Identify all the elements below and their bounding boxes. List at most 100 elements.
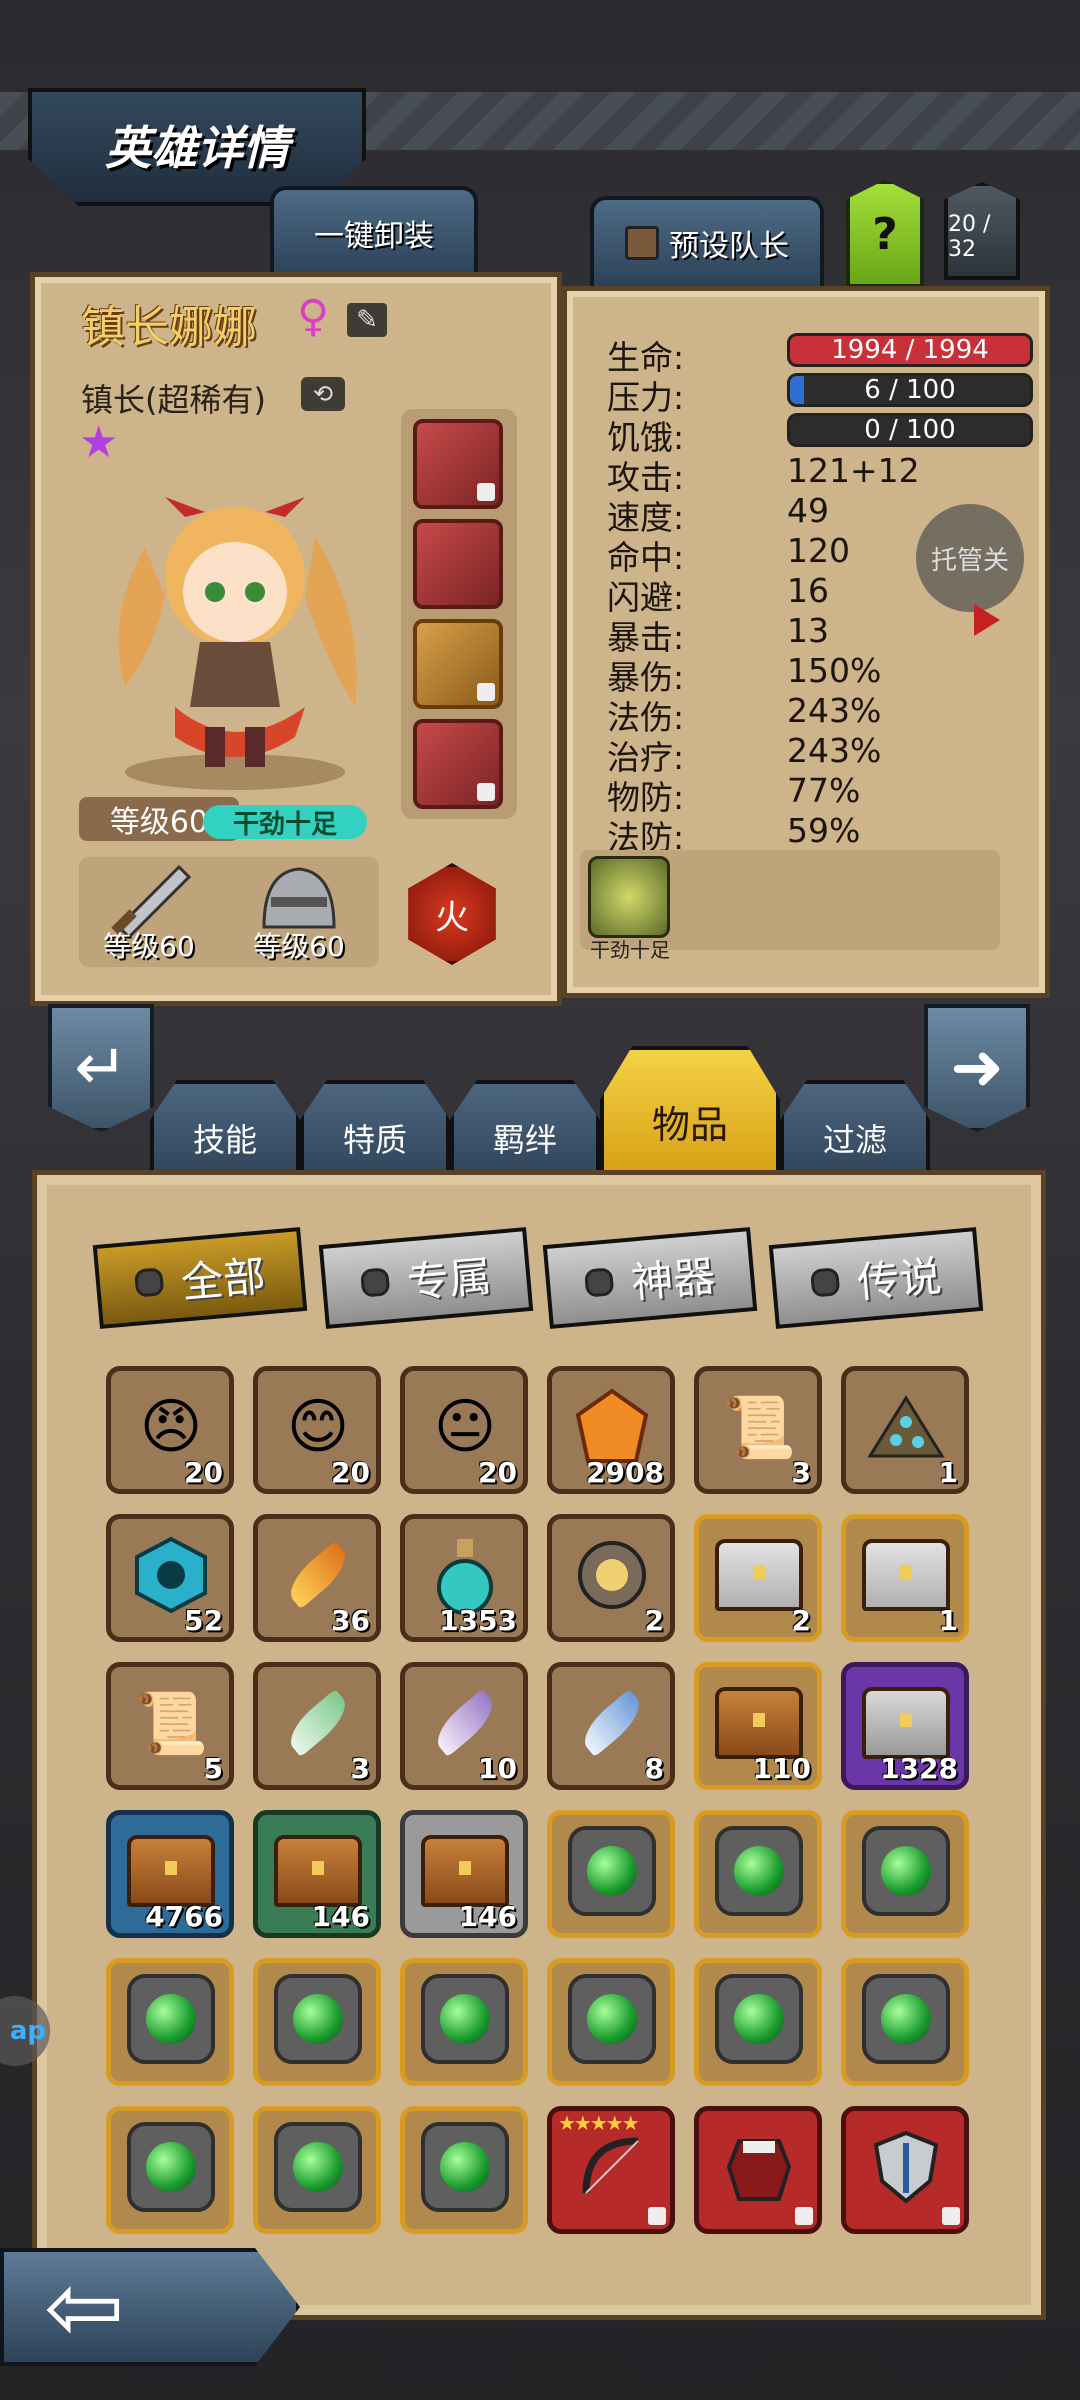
item-count: 1353 bbox=[439, 1604, 517, 1637]
treasure-chest-icon bbox=[862, 1531, 950, 1619]
item-green-gem[interactable] bbox=[253, 1958, 381, 2086]
accessory-slot-1[interactable] bbox=[413, 419, 503, 509]
unequip-all-button[interactable]: 一键卸装 bbox=[270, 186, 478, 276]
item-green-gem[interactable] bbox=[694, 1958, 822, 2086]
side-bubble-label: ap bbox=[9, 2016, 46, 2046]
item-orb[interactable]: 2 bbox=[547, 1514, 675, 1642]
back-button[interactable]: ⇦ bbox=[0, 2248, 300, 2366]
item-count: 2908 bbox=[586, 1456, 664, 1489]
auto-toggle-button[interactable]: 托管关 bbox=[916, 504, 1024, 612]
edit-name-icon[interactable]: ✎ bbox=[347, 303, 387, 337]
item-green-gem[interactable] bbox=[547, 1810, 675, 1938]
stat-stress: 压力: 6 / 100 bbox=[607, 371, 1047, 417]
shield-icon bbox=[862, 2123, 950, 2211]
item-chest-gold[interactable]: 2 bbox=[694, 1514, 822, 1642]
lock-icon bbox=[942, 2207, 960, 2225]
tab-filter[interactable]: 过滤 bbox=[780, 1080, 930, 1180]
radio-icon bbox=[584, 1267, 615, 1298]
female-gender-icon: ♀ bbox=[297, 291, 330, 342]
preset-captain-checkbox[interactable] bbox=[625, 226, 659, 260]
glowing-orb-icon bbox=[568, 1531, 656, 1619]
weapon-slot[interactable]: 等级60 bbox=[79, 857, 219, 967]
accessory-slot-4[interactable] bbox=[413, 719, 503, 809]
item-green-gem[interactable] bbox=[694, 1810, 822, 1938]
preset-captain-toggle[interactable]: 预设队长 bbox=[590, 196, 824, 286]
green-gem-icon bbox=[862, 1826, 950, 1916]
item-chest-gold[interactable]: 1 bbox=[841, 1514, 969, 1642]
item-count: 20 bbox=[331, 1456, 370, 1489]
accessory-slot-2[interactable] bbox=[413, 519, 503, 609]
item-ore[interactable]: 1 bbox=[841, 1366, 969, 1494]
radio-icon bbox=[360, 1267, 391, 1298]
help-button[interactable]: ? bbox=[846, 180, 924, 288]
item-chest-purple[interactable]: 1328 bbox=[841, 1662, 969, 1790]
tab-skills[interactable]: 技能 bbox=[150, 1080, 300, 1180]
trait-skill-icon[interactable] bbox=[588, 856, 670, 938]
item-bow[interactable]: ★★★★★ bbox=[547, 2106, 675, 2234]
element-label: 火 bbox=[435, 897, 469, 938]
item-count: 1 bbox=[938, 1604, 958, 1637]
item-scroll[interactable]: 📜 5 bbox=[106, 1662, 234, 1790]
item-hero-shard[interactable]: 😊 20 bbox=[253, 1366, 381, 1494]
unequip-all-label: 一键卸装 bbox=[314, 219, 434, 254]
weapon-level: 等级60 bbox=[103, 930, 195, 963]
hero-name: 镇长娜娜 bbox=[81, 302, 257, 353]
stat-value: 121+12 bbox=[787, 451, 920, 490]
item-rune[interactable]: 52 bbox=[106, 1514, 234, 1642]
item-stone[interactable]: 2908 bbox=[547, 1366, 675, 1494]
item-count: 10 bbox=[478, 1752, 517, 1785]
stat-value: 120 bbox=[787, 531, 850, 570]
item-green-gem[interactable] bbox=[841, 1810, 969, 1938]
item-green-gem[interactable] bbox=[400, 2106, 528, 2234]
next-hero-button[interactable]: ➜ bbox=[924, 1004, 1030, 1132]
stat-hp: 生命: 1994 / 1994 bbox=[607, 331, 1047, 377]
blue-feather-icon bbox=[568, 1679, 656, 1767]
paper-scroll-icon: 📜 bbox=[133, 1688, 209, 1759]
map-scroll-icon: 📜 bbox=[721, 1392, 797, 1463]
bow-icon bbox=[568, 2123, 656, 2211]
item-count: 20 bbox=[478, 1456, 517, 1489]
item-hero-shard[interactable]: 😐 20 bbox=[400, 1366, 528, 1494]
back-arrow-icon: ⇦ bbox=[44, 2251, 125, 2363]
stat-row: 法防: 59% bbox=[607, 811, 1047, 857]
item-hero-shard[interactable]: 😠 20 bbox=[106, 1366, 234, 1494]
green-gem-icon bbox=[862, 1974, 950, 2064]
item-shield[interactable] bbox=[841, 2106, 969, 2234]
item-feather[interactable]: 3 bbox=[253, 1662, 381, 1790]
stats-expand-arrow-icon[interactable] bbox=[974, 604, 1000, 636]
stat-value: 59% bbox=[787, 811, 861, 850]
item-armor[interactable] bbox=[694, 2106, 822, 2234]
tab-label: 羁绊 bbox=[492, 1121, 557, 1159]
armor-icon bbox=[715, 2123, 803, 2211]
item-green-gem[interactable] bbox=[106, 2106, 234, 2234]
armor-slot[interactable]: 等级60 bbox=[229, 857, 369, 967]
tab-items[interactable]: 物品 bbox=[600, 1046, 780, 1180]
item-chest-blue[interactable]: 4766 bbox=[106, 1810, 234, 1938]
prev-hero-button[interactable]: ↵ bbox=[48, 1004, 154, 1132]
item-chest-silver[interactable]: 146 bbox=[400, 1810, 528, 1938]
accessory-slot-3[interactable] bbox=[413, 619, 503, 709]
item-count: 4766 bbox=[145, 1900, 223, 1933]
item-scroll[interactable]: 📜 3 bbox=[694, 1366, 822, 1494]
item-count: 2 bbox=[644, 1604, 664, 1637]
item-feather[interactable]: 8 bbox=[547, 1662, 675, 1790]
arrow-right-icon: ➜ bbox=[950, 1031, 1004, 1105]
green-gem-icon bbox=[715, 1826, 803, 1916]
item-green-gem[interactable] bbox=[253, 2106, 381, 2234]
item-green-gem[interactable] bbox=[841, 1958, 969, 2086]
tab-label: 特质 bbox=[342, 1121, 407, 1159]
item-potion[interactable]: 1353 bbox=[400, 1514, 528, 1642]
help-icon: ? bbox=[872, 208, 898, 260]
item-green-gem[interactable] bbox=[400, 1958, 528, 2086]
item-feather[interactable]: 10 bbox=[400, 1662, 528, 1790]
item-feather[interactable]: 36 bbox=[253, 1514, 381, 1642]
change-class-icon[interactable]: ⟲ bbox=[301, 377, 345, 411]
item-chest-wood[interactable]: 110 bbox=[694, 1662, 822, 1790]
item-green-gem[interactable] bbox=[547, 1958, 675, 2086]
tab-traits[interactable]: 特质 bbox=[300, 1080, 450, 1180]
item-chest-green[interactable]: 146 bbox=[253, 1810, 381, 1938]
tab-label: 物品 bbox=[651, 1102, 728, 1147]
tab-bonds[interactable]: 羁绊 bbox=[450, 1080, 600, 1180]
stat-value: 13 bbox=[787, 611, 829, 650]
item-green-gem[interactable] bbox=[106, 1958, 234, 2086]
